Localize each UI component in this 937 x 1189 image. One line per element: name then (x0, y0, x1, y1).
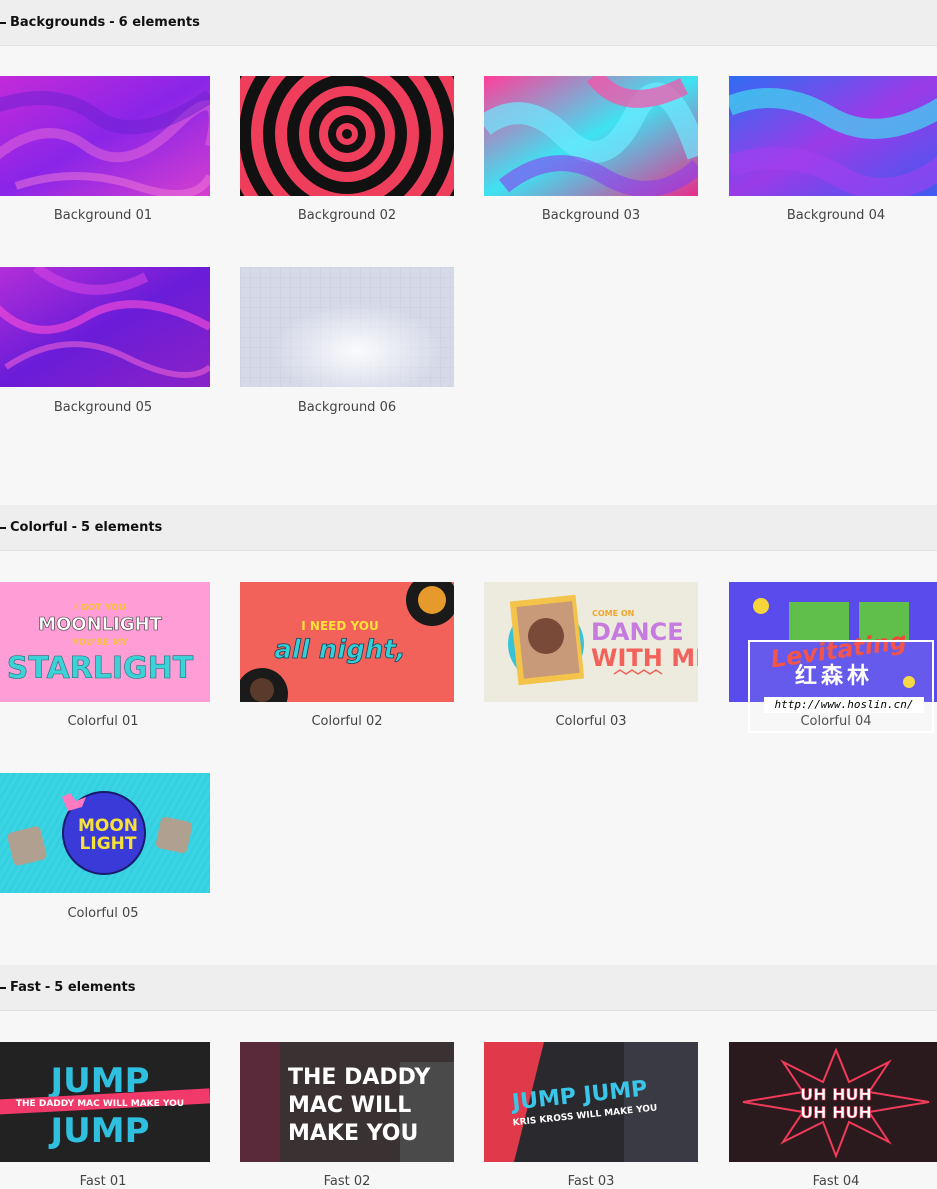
thumbnail-background-03[interactable] (484, 76, 698, 196)
caption: Background 02 (297, 208, 397, 223)
thumbnail-fast-01[interactable]: JUMP THE DADDY MAC WILL MAKE YOU JUMP (0, 1042, 210, 1162)
thumb-text: LIGHT (80, 834, 137, 854)
section-count: 6 elements (118, 15, 200, 30)
caption: Background 04 (786, 208, 886, 223)
section-header-fast[interactable]: Fast - 5 elements (0, 965, 937, 1011)
thumb-text: WITH ME (591, 644, 698, 672)
collapse-icon[interactable] (0, 986, 6, 989)
thumbnail-fast-02[interactable]: THE DADDY MAC WILL MAKE YOU (240, 1042, 454, 1162)
thumbnail-colorful-02[interactable]: I NEED YOU all night, (240, 582, 454, 702)
caption: Fast 01 (79, 1174, 127, 1189)
watermark-name: 红森林 (795, 664, 874, 689)
caption: Colorful 01 (67, 714, 139, 729)
thumbnail-background-01[interactable] (0, 76, 210, 196)
thumb-text: COME ON (592, 609, 634, 618)
caption: Background 03 (541, 208, 641, 223)
collapse-icon[interactable] (0, 21, 6, 24)
thumbnail-background-06[interactable] (240, 267, 454, 387)
separator: - (71, 520, 78, 535)
thumb-text: STARLIGHT (7, 651, 194, 686)
thumbnail-background-04[interactable] (729, 76, 937, 196)
thumbnail-background-02[interactable] (240, 76, 454, 196)
caption: Fast 03 (567, 1174, 615, 1189)
watermark-url: http://www.hoslin.cn/ (764, 697, 924, 713)
thumb-text: I GOT YOU (74, 603, 126, 613)
caption: Background 06 (297, 400, 397, 415)
thumbnail-fast-03[interactable]: JUMP JUMP KRIS KROSS WILL MAKE YOU (484, 1042, 698, 1162)
thumbnail-fast-04[interactable]: UH HUH UH HUH (729, 1042, 937, 1162)
thumb-text: I NEED YOU (301, 619, 378, 633)
thumb-text: UH HUH (800, 1103, 872, 1122)
caption: Background 01 (53, 208, 153, 223)
thumb-text: all night, (274, 635, 405, 665)
thumb-text: JUMP (48, 1111, 149, 1151)
thumbnail-colorful-03[interactable]: COME ON DANCE WITH ME (484, 582, 698, 702)
collapse-icon[interactable] (0, 526, 6, 529)
thumb-text: THE DADDY (288, 1065, 431, 1090)
section-header-backgrounds[interactable]: Backgrounds - 6 elements (0, 0, 937, 46)
section-title: Backgrounds (10, 15, 106, 30)
separator: - (109, 15, 115, 30)
caption: Fast 04 (812, 1174, 860, 1189)
section-title: Fast (10, 980, 41, 995)
section-header-colorful[interactable]: Colorful - 5 elements (0, 505, 937, 551)
thumb-text: MOONLIGHT (38, 614, 163, 635)
thumb-text: THE DADDY MAC WILL MAKE YOU (16, 1099, 184, 1109)
section-title: Colorful (10, 520, 68, 535)
thumb-text: YOU'RE MY (71, 638, 128, 648)
caption: Colorful 02 (311, 714, 383, 729)
caption: Fast 02 (323, 1174, 371, 1189)
section-count: 5 elements (54, 980, 136, 995)
caption: Colorful 03 (555, 714, 627, 729)
separator: - (44, 980, 51, 995)
thumb-text: MAC WILL (288, 1093, 411, 1118)
thumb-text: MOON (78, 816, 138, 836)
caption: Background 05 (53, 400, 153, 415)
caption: Colorful 05 (67, 906, 139, 921)
thumbnail-colorful-05[interactable]: MOON LIGHT (0, 773, 210, 893)
thumb-text: MAKE YOU (288, 1121, 418, 1146)
thumb-text: DANCE (591, 618, 684, 646)
section-count: 5 elements (81, 520, 163, 535)
thumb-text: UH HUH (800, 1085, 872, 1104)
thumbnail-colorful-01[interactable]: I GOT YOU MOONLIGHT YOU'RE MY STARLIGHT (0, 582, 210, 702)
thumbnail-background-05[interactable] (0, 267, 210, 387)
